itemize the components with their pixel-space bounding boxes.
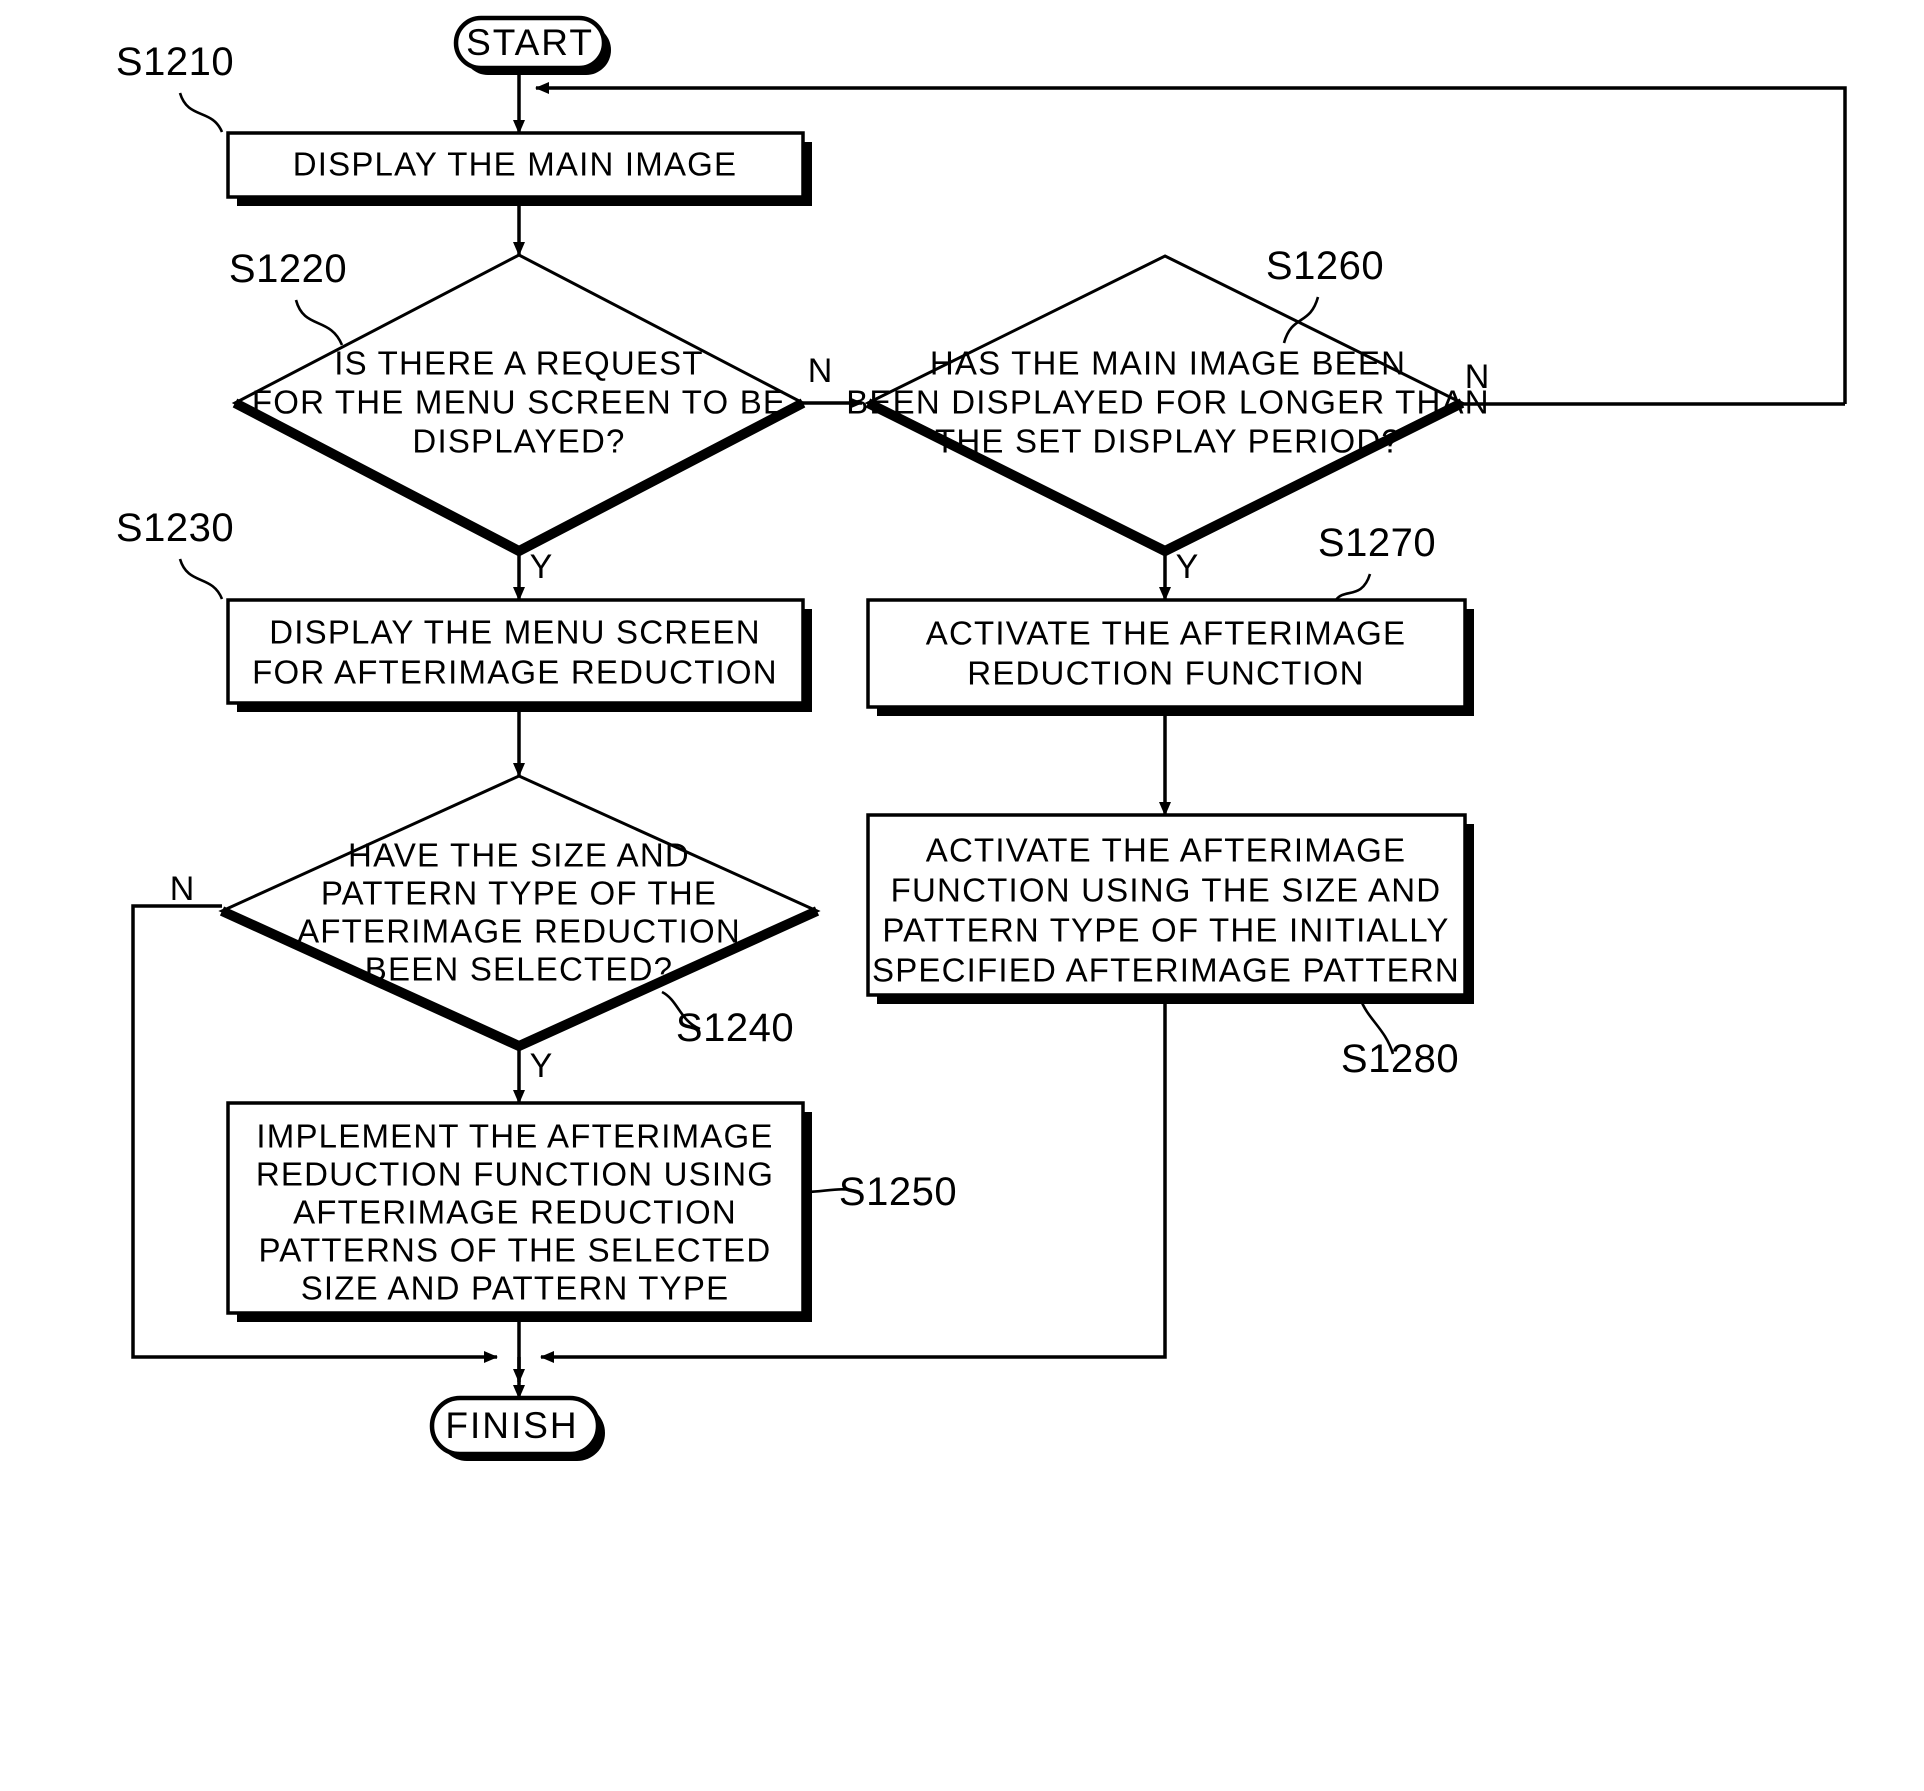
s1260-line-0: HAS THE MAIN IMAGE BEEN <box>930 345 1406 382</box>
s1240-no-label: N <box>170 870 195 908</box>
s1250-line-0: IMPLEMENT THE AFTERIMAGE <box>256 1118 773 1155</box>
s1280-line-1: FUNCTION USING THE SIZE AND <box>891 872 1442 909</box>
s1270-line-0: ACTIVATE THE AFTERIMAGE <box>926 615 1407 652</box>
node-s1250: IMPLEMENT THE AFTERIMAGE REDUCTION FUNCT… <box>226 1101 812 1322</box>
s1260-yes-label: Y <box>1176 548 1199 586</box>
s1220-no-label: N <box>808 352 833 390</box>
s1270-leader <box>1334 573 1372 601</box>
s1240-line-2: AFTERIMAGE REDUCTION <box>297 913 741 950</box>
s1210-ref-label: S1210 <box>116 40 234 84</box>
terminal-start: START <box>453 15 611 75</box>
s1280-line-2: PATTERN TYPE OF THE INITIALLY <box>882 912 1449 949</box>
s1220-ref-label: S1220 <box>229 247 347 291</box>
s1270-ref-label: S1270 <box>1318 521 1436 565</box>
s1270-line-1: REDUCTION FUNCTION <box>967 655 1364 692</box>
node-s1270: ACTIVATE THE AFTERIMAGE REDUCTION FUNCTI… <box>866 598 1474 716</box>
s1220-line-0: IS THERE A REQUEST <box>334 345 703 382</box>
ref-s1210: S1210 <box>116 40 234 133</box>
s1210-line-0: DISPLAY THE MAIN IMAGE <box>293 146 738 183</box>
ref-s1220: S1220 <box>229 247 347 346</box>
ref-s1270: S1270 <box>1318 521 1436 601</box>
ref-s1250: S1250 <box>805 1170 957 1214</box>
s1210-leader <box>178 92 224 133</box>
s1260-line-1: BEEN DISPLAYED FOR LONGER THAN <box>846 384 1490 421</box>
s1240-line-3: BEEN SELECTED? <box>365 951 673 988</box>
flowchart-svg: START DISPLAY THE MAIN IMAGE S1210 IS TH… <box>116 15 1847 1461</box>
s1280-line-0: ACTIVATE THE AFTERIMAGE <box>926 832 1407 869</box>
node-s1210: DISPLAY THE MAIN IMAGE <box>226 131 812 206</box>
flowchart-canvas: START DISPLAY THE MAIN IMAGE S1210 IS TH… <box>0 0 1924 1791</box>
s1260-ref-label: S1260 <box>1266 244 1384 288</box>
terminal-finish: FINISH <box>429 1395 605 1461</box>
s1240-line-0: HAVE THE SIZE AND <box>348 837 690 874</box>
node-s1220: IS THERE A REQUEST FOR THE MENU SCREEN T… <box>231 253 807 557</box>
s1250-line-3: PATTERNS OF THE SELECTED <box>259 1232 772 1269</box>
s1230-line-0: DISPLAY THE MENU SCREEN <box>269 614 761 651</box>
ref-s1280: S1280 <box>1341 997 1459 1081</box>
s1230-line-1: FOR AFTERIMAGE REDUCTION <box>252 654 778 691</box>
s1260-line-2: THE SET DISPLAY PERIOD? <box>935 423 1401 460</box>
s1240-line-1: PATTERN TYPE OF THE <box>321 875 717 912</box>
s1250-line-1: REDUCTION FUNCTION USING <box>256 1156 774 1193</box>
s1220-line-2: DISPLAYED? <box>412 423 625 460</box>
start-label: START <box>466 22 594 63</box>
ref-s1230: S1230 <box>116 506 234 600</box>
s1230-ref-label: S1230 <box>116 506 234 550</box>
s1230-leader <box>178 558 224 600</box>
s1220-leader <box>294 299 344 346</box>
s1220-yes-label: Y <box>530 548 553 586</box>
s1260-no-label: N <box>1465 358 1490 396</box>
ref-s1240: S1240 <box>661 990 794 1050</box>
s1240-yes-label: Y <box>530 1047 553 1085</box>
s1240-ref-label: S1240 <box>676 1006 794 1050</box>
node-s1280: ACTIVATE THE AFTERIMAGE FUNCTION USING T… <box>866 813 1474 1004</box>
s1280-ref-label: S1280 <box>1341 1037 1459 1081</box>
finish-label: FINISH <box>445 1405 578 1446</box>
s1250-line-2: AFTERIMAGE REDUCTION <box>293 1194 737 1231</box>
node-s1260: HAS THE MAIN IMAGE BEEN BEEN DISPLAYED F… <box>846 254 1490 557</box>
s1220-line-1: FOR THE MENU SCREEN TO BE <box>252 384 786 421</box>
node-s1230: DISPLAY THE MENU SCREEN FOR AFTERIMAGE R… <box>226 598 812 712</box>
s1250-line-4: SIZE AND PATTERN TYPE <box>301 1270 730 1307</box>
s1280-line-3: SPECIFIED AFTERIMAGE PATTERN <box>872 952 1460 989</box>
